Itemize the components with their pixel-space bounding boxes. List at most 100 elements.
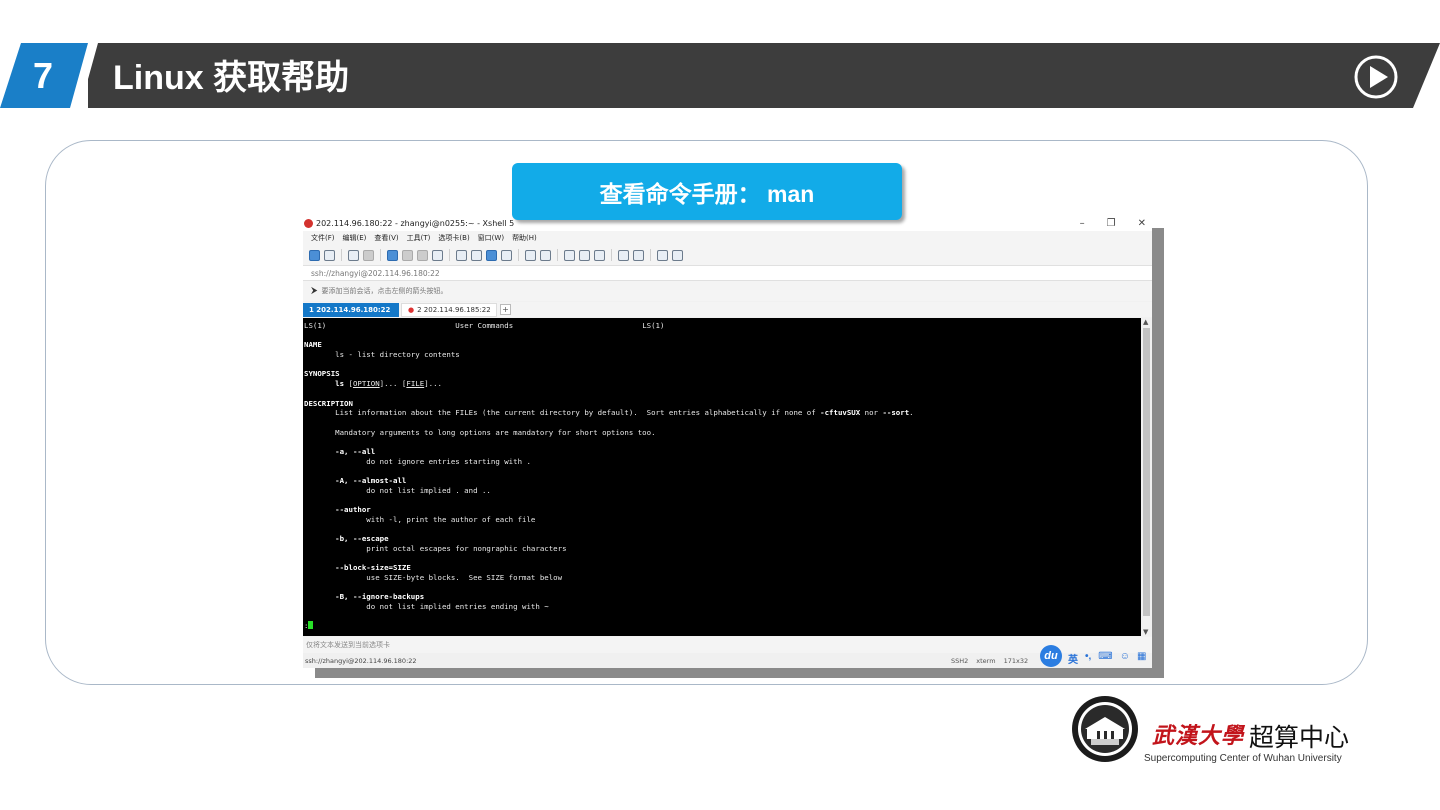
option-desc: with -l, print the author of each file [366,514,536,524]
grid-menu-icon[interactable]: ▦ [1137,651,1146,666]
reconnect-icon[interactable] [387,249,398,261]
synopsis-heading: SYNOPSIS [304,369,340,379]
menu-window[interactable]: 窗口(W) [478,233,504,243]
menu-edit[interactable]: 编辑(E) [343,233,367,243]
font-icon[interactable] [501,249,512,261]
menu-file[interactable]: 文件(F) [311,233,335,243]
toolbar-separator [341,249,342,261]
session-hint-text: 要添加当前会话，点击左侧的箭头按钮。 [321,287,448,295]
scroll-up-icon[interactable]: ▲ [1143,318,1148,326]
new-tab-icon[interactable] [618,249,629,261]
ime-lang-toggle[interactable]: 英 [1068,651,1078,666]
terminal-scrollbar[interactable]: ▲ ▼ [1141,318,1152,636]
script-icon[interactable] [540,249,551,261]
new-session-icon[interactable] [309,249,320,261]
compose-hint: 仅将文本发送到当前选项卡 [306,641,390,649]
tab-session-2[interactable]: ● 2 202.114.96.185:22 [401,303,497,317]
option-flag: --author [335,505,371,515]
name-text: ls - list directory contents [335,350,460,360]
center-name-english: Supercomputing Center of Wuhan Universit… [1144,753,1342,764]
option-flag: -A, --almost-all [335,476,407,485]
ime-badge-icon[interactable]: du [1040,645,1062,667]
compose-bar[interactable]: 仅将文本发送到当前选项卡 [303,637,1152,653]
university-seal-icon [1072,696,1138,762]
toolbar-separator [449,249,450,261]
paste-icon[interactable] [417,249,428,261]
fullscreen-icon[interactable] [564,249,575,261]
center-name: 超算中心 [1249,724,1350,752]
add-tab-button[interactable]: + [500,304,511,315]
menu-view[interactable]: 查看(V) [374,233,398,243]
print-icon[interactable] [456,249,467,261]
status-bar: ssh://zhangyi@202.114.96.180:22 SSH2 xte… [303,653,1152,668]
menu-tools[interactable]: 工具(T) [407,233,431,243]
keyboard-icon[interactable] [594,249,605,261]
status-terminal-type: xterm [976,656,996,665]
minimize-button[interactable]: – [1080,216,1085,231]
option-desc: do not list implied entries ending with … [366,601,549,611]
maximize-button[interactable]: ❐ [1107,216,1116,231]
xftp-icon[interactable] [525,249,536,261]
status-dot-icon: ● [408,306,415,314]
option-desc: use SIZE-byte blocks. See SIZE format be… [366,572,563,582]
menu-tabs[interactable]: 选项卡(B) [438,233,469,243]
add-session-arrow-icon[interactable]: ⮞ [311,286,318,296]
ime-tray: 英 •, ⌨ ☺ ▦ [1068,651,1146,666]
option-desc: do not ignore entries starting with . [366,456,531,466]
address-bar[interactable]: ssh://zhangyi@202.114.96.180:22 [303,265,1152,281]
name-heading: NAME [304,340,322,350]
lock-icon[interactable] [579,249,590,261]
description-heading: DESCRIPTION [304,398,353,408]
user-icon[interactable]: ☺ [1120,651,1130,666]
tab-session-1[interactable]: 1 202.114.96.180:22 [303,303,399,317]
help-icon[interactable] [657,249,668,261]
menu-help[interactable]: 帮助(H) [512,233,537,243]
copy-icon[interactable] [402,249,413,261]
keyboard-tray-icon[interactable]: ⌨ [1098,651,1112,666]
status-terminal-size: 171x32 [1003,656,1029,665]
xshell-app-icon [304,219,313,228]
close-button[interactable]: ✕ [1138,216,1146,231]
man-header: LS(1) User Commands LS(1) [304,321,665,330]
window-shadow [1152,228,1164,678]
address-text: ssh://zhangyi@202.114.96.180:22 [311,268,440,278]
toolbar-separator [557,249,558,261]
option-desc: do not list implied . and .. [366,485,491,495]
toolbar [303,245,1152,265]
menu-bar: 文件(F) 编辑(E) 查看(V) 工具(T) 选项卡(B) 窗口(W) 帮助(… [303,231,1152,245]
toolbar-separator [380,249,381,261]
tab-bar: 1 202.114.96.180:22 ● 2 202.114.96.185:2… [303,302,1152,317]
university-name: 武漢大學 [1152,723,1245,749]
option-flag: -b, --escape [335,534,389,544]
punctuation-icon[interactable]: •, [1085,651,1091,666]
option-flag: --block-size=SIZE [335,563,411,573]
chat-icon[interactable] [672,249,683,261]
disconnect-icon[interactable] [363,249,374,261]
pager-prompt[interactable]: : [304,621,1141,631]
status-connection: ssh://zhangyi@202.114.96.180:22 [305,656,417,665]
xshell-window: 202.114.96.180:22 - zhangyi@n0255:~ - Xs… [303,216,1152,668]
page-title: Linux 获取帮助 [113,59,350,97]
layout-icon[interactable] [633,249,644,261]
open-folder-icon[interactable] [324,249,335,261]
globe-icon[interactable] [486,249,497,261]
synopsis-text: ls [OPTION]... [FILE]... [335,379,442,389]
session-hint-bar: ⮞ 要添加当前会话，点击左侧的箭头按钮。 [303,281,1152,301]
description-text: List information about the FILEs (the cu… [335,408,914,418]
caption-box: 查看命令手册： man [512,163,902,220]
option-flag: -a, --all [335,446,376,456]
scrollbar-thumb[interactable] [1143,328,1150,616]
find-icon[interactable] [432,249,443,261]
play-circle-icon[interactable] [1353,54,1399,100]
scroll-down-icon[interactable]: ▼ [1143,628,1148,636]
connect-icon[interactable] [348,249,359,261]
terminal-output[interactable]: LS(1) User Commands LS(1) NAME ls - list… [303,318,1141,636]
tab-label: 1 202.114.96.180:22 [309,306,391,314]
toolbar-separator [650,249,651,261]
toolbar-separator [611,249,612,261]
description-text: Mandatory arguments to long options are … [335,427,656,437]
option-desc: print octal escapes for nongraphic chara… [366,543,567,553]
status-protocol: SSH2 [951,656,969,665]
option-flag: -B, --ignore-backups [335,592,425,602]
transfer-icon[interactable] [471,249,482,261]
